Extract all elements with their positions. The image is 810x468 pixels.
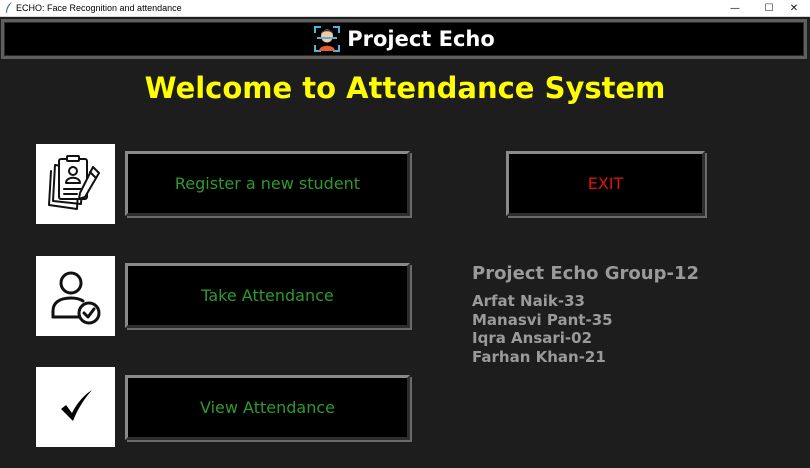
member-name: Manasvi Pant-35 [472,310,613,329]
member-name: Iqra Ansari-02 [472,329,593,347]
feather-icon [6,2,12,13]
welcome-heading: Welcome to Attendance System [144,71,666,105]
take-attendance-icon-box [36,256,115,336]
group-title: Project Echo Group-12 [472,263,700,284]
window-title: ECHO: Face Recognition and attendance [16,3,182,13]
view-attendance-icon-box [36,367,115,447]
exit-button[interactable]: EXIT [506,151,705,216]
register-document-pen-icon [47,155,100,210]
member-name: Arfat Naik-33 [472,292,585,310]
member-list: Arfat Naik-33 Manasvi Pant-35 Iqra Ansar… [472,292,613,366]
register-icon-box [36,144,115,224]
checkmark-icon [60,390,92,421]
member-name: Farhan Khan-21 [472,347,606,366]
register-student-button[interactable]: Register a new student [125,151,410,216]
close-button[interactable]: ✕ [778,0,810,16]
face-scan-icon [314,26,341,52]
user-check-icon [51,271,100,325]
window-titlebar: ECHO: Face Recognition and attendance — … [0,0,810,17]
minimize-button[interactable]: — [718,0,752,16]
view-attendance-button[interactable]: View Attendance [125,375,410,440]
take-attendance-button[interactable]: Take Attendance [125,263,410,328]
app-header: Project Echo [1,19,807,59]
header-content: Project Echo [4,22,804,56]
header-title: Project Echo [347,26,495,51]
